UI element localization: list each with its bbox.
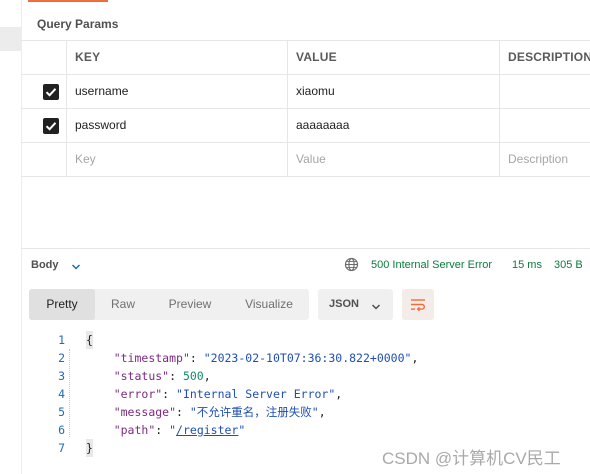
response-body-code[interactable]: 1{ 2 "timestamp": "2023-02-10T07:36:30.8… — [21, 331, 590, 457]
chevron-down-icon[interactable] — [71, 260, 81, 274]
row-enabled-checkbox[interactable] — [43, 118, 59, 134]
json-key: "error" — [113, 387, 163, 401]
body-dropdown-label[interactable]: Body — [31, 259, 59, 271]
response-status[interactable]: 500 Internal Server Error — [371, 259, 492, 271]
active-tab-indicator — [28, 0, 108, 2]
line-number: 7 — [58, 441, 65, 455]
json-close-brace: } — [86, 439, 93, 457]
query-params-title: Query Params — [37, 17, 119, 31]
code-line: 5 "message": "不允许重名，注册失败", — [21, 403, 590, 421]
param-value-cell[interactable]: aaaaaaaa — [287, 109, 499, 142]
line-number: 5 — [58, 405, 65, 419]
format-select[interactable]: JSON — [318, 289, 393, 320]
json-string-value: "Internal Server Error" — [176, 387, 336, 401]
new-param-row: Key Value Description — [21, 143, 590, 177]
response-time[interactable]: 15 ms — [512, 259, 542, 271]
line-number: 6 — [58, 423, 65, 437]
json-key: "message" — [113, 405, 177, 419]
json-number-value: 500 — [182, 369, 204, 383]
code-line: 3 "status": 500, — [21, 367, 590, 385]
path-link[interactable]: /register — [176, 423, 238, 437]
param-value-cell[interactable]: xiaomu — [287, 75, 499, 108]
response-bar: Body 500 Internal Server Error 15 ms 305… — [21, 252, 590, 278]
wrap-lines-button[interactable] — [402, 289, 434, 320]
response-view-tabs: Pretty Raw Preview Visualize — [29, 289, 309, 320]
table-row: password aaaaaaaa — [21, 109, 590, 143]
tab-raw[interactable]: Raw — [95, 289, 151, 320]
response-size[interactable]: 305 B — [554, 259, 583, 271]
json-key: "timestamp" — [113, 351, 190, 365]
pane-divider[interactable] — [21, 248, 590, 249]
param-description-cell[interactable] — [499, 75, 590, 108]
row-check-cell — [21, 109, 66, 142]
globe-icon[interactable] — [344, 257, 359, 275]
column-header-description: DESCRIPTION — [499, 41, 590, 74]
tab-pretty[interactable]: Pretty — [29, 289, 95, 320]
tab-visualize[interactable]: Visualize — [229, 289, 309, 320]
new-key-input[interactable]: Key — [66, 143, 287, 176]
chevron-down-icon — [371, 300, 381, 314]
json-string-value: "不允许重名，注册失败" — [189, 405, 319, 419]
code-line: 6 "path": "/register" — [21, 421, 590, 439]
code-line: 1{ — [21, 331, 590, 349]
param-key-cell[interactable]: username — [66, 75, 287, 108]
line-number: 3 — [58, 369, 65, 383]
json-key: "status" — [113, 369, 170, 383]
line-number: 2 — [58, 351, 65, 365]
json-open-brace: { — [86, 331, 93, 349]
new-value-input[interactable]: Value — [287, 143, 499, 176]
code-line: 2 "timestamp": "2023-02-10T07:36:30.822+… — [21, 349, 590, 367]
code-line: 4 "error": "Internal Server Error", — [21, 385, 590, 403]
query-params-table: KEY VALUE DESCRIPTION username xiaomu pa… — [21, 40, 590, 177]
row-check-cell — [21, 75, 66, 108]
wrap-lines-icon — [411, 299, 425, 312]
column-header-value: VALUE — [287, 41, 499, 74]
tab-preview[interactable]: Preview — [151, 289, 229, 320]
watermark: CSDN @计算机CV民工 — [382, 449, 561, 468]
json-string-value: "2023-02-10T07:36:30.822+0000" — [203, 351, 412, 365]
table-header-row: KEY VALUE DESCRIPTION — [21, 41, 590, 75]
line-number: 1 — [58, 333, 65, 347]
header-check-cell — [21, 41, 66, 74]
new-description-input[interactable]: Description — [499, 143, 590, 176]
line-number: 4 — [58, 387, 65, 401]
json-key: "path" — [113, 423, 156, 437]
table-row: username xiaomu — [21, 75, 590, 109]
row-enabled-checkbox[interactable] — [43, 84, 59, 100]
left-sidebar-strip — [0, 0, 22, 474]
format-select-label: JSON — [329, 298, 359, 310]
column-header-key: KEY — [66, 41, 287, 74]
param-key-cell[interactable]: password — [66, 109, 287, 142]
row-check-cell — [21, 143, 66, 176]
param-description-cell[interactable] — [499, 109, 590, 142]
sidebar-selection-highlight — [0, 27, 21, 51]
